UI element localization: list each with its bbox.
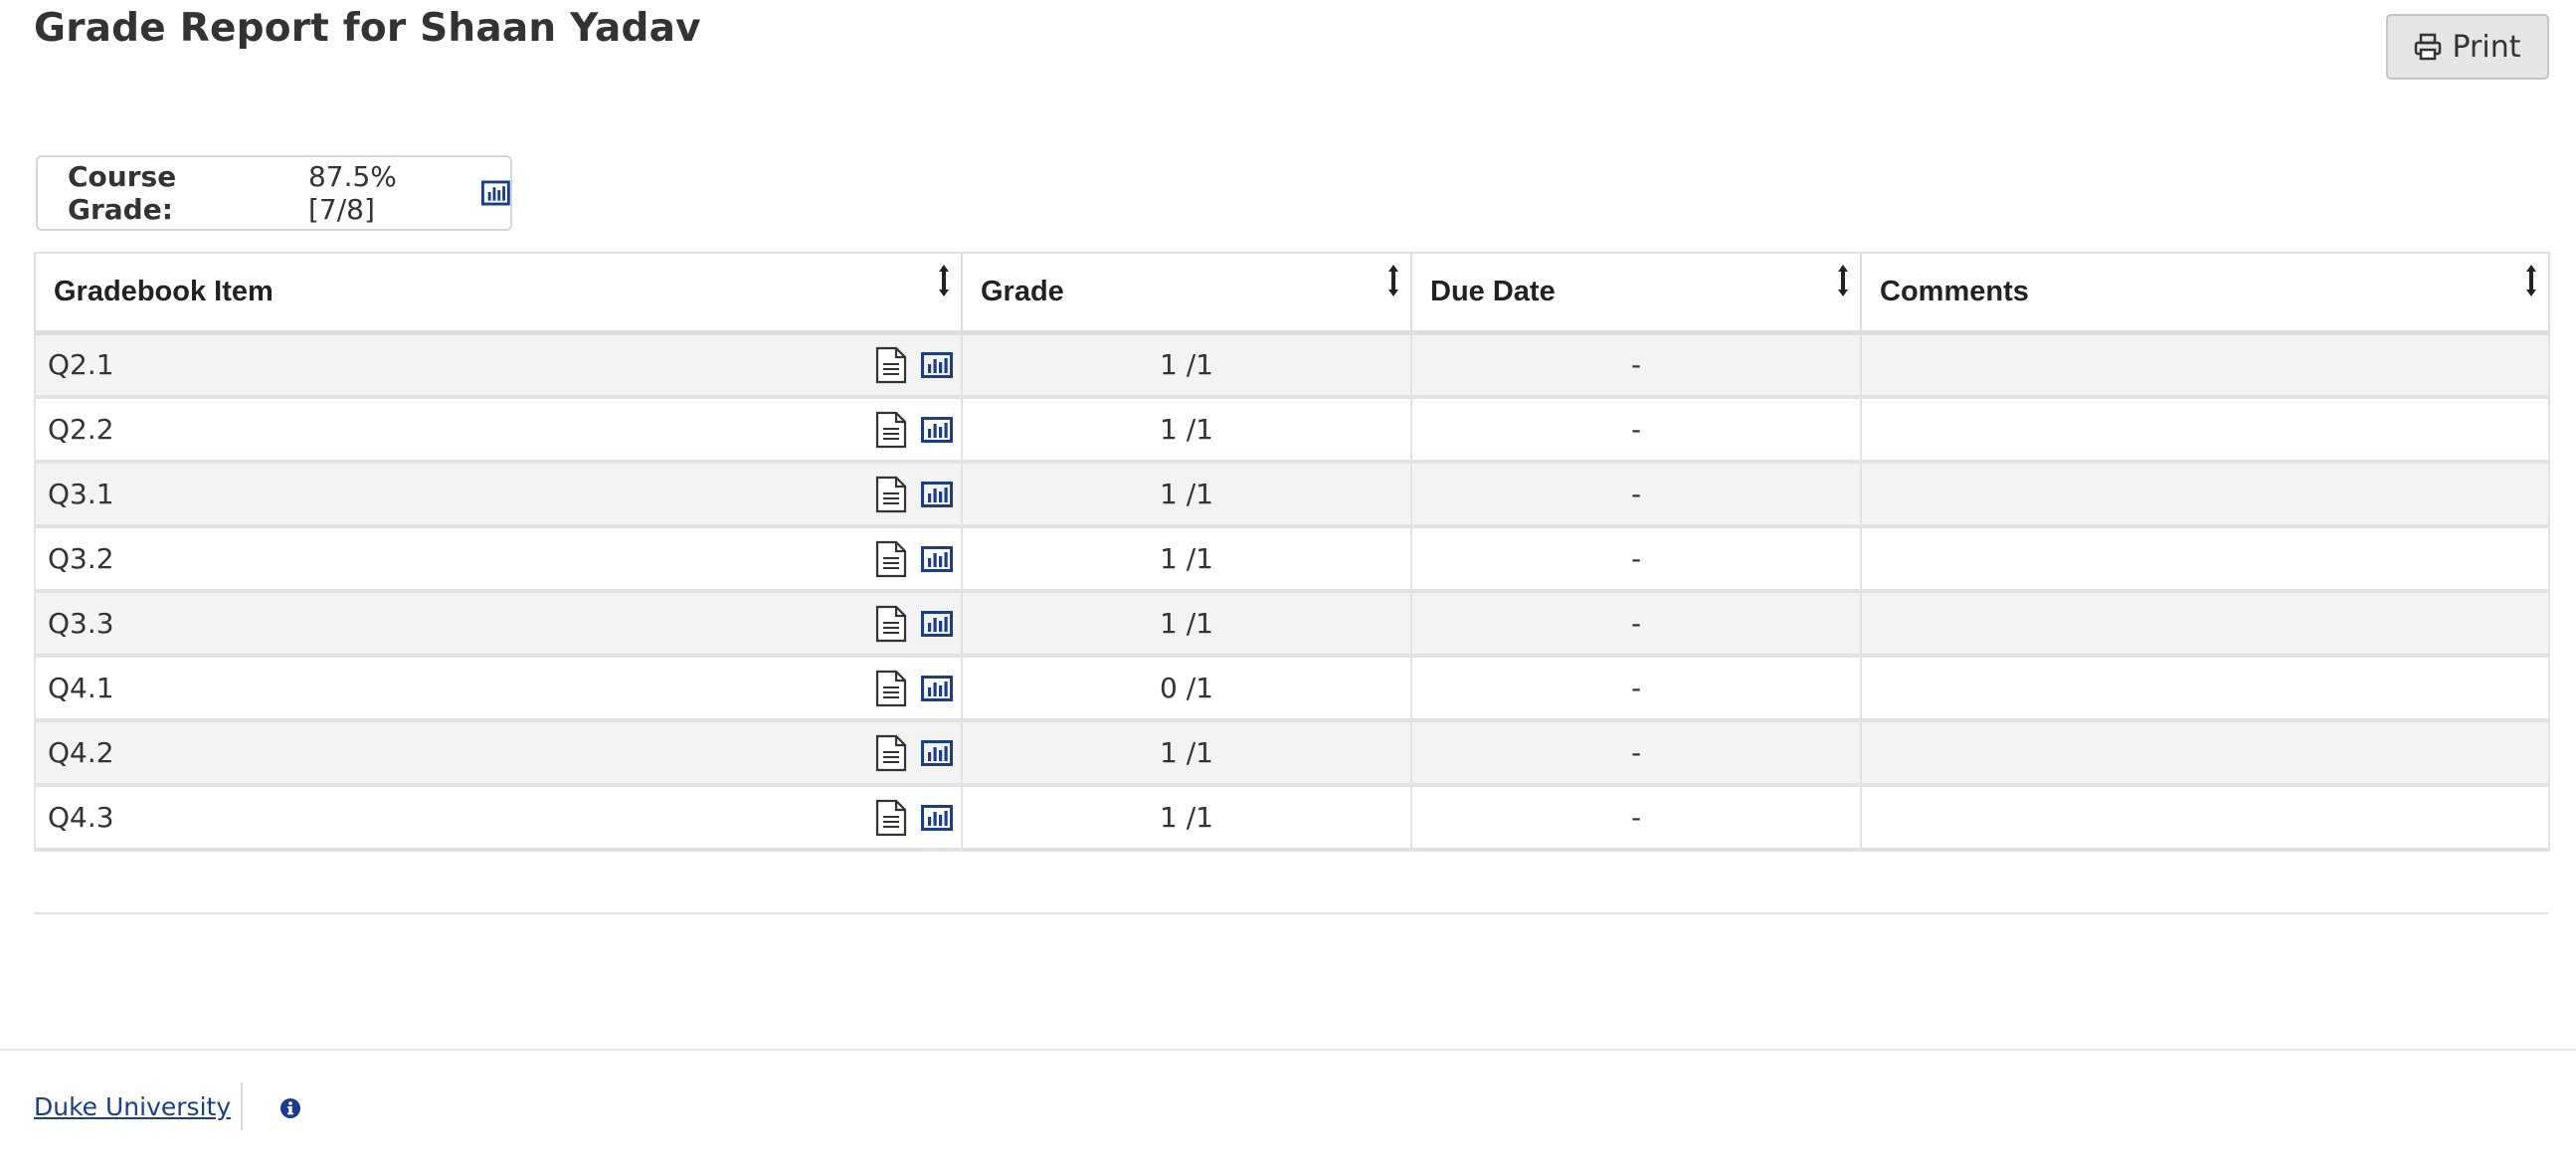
bar-chart-icon[interactable] — [921, 545, 953, 572]
table-row: Q2.2 1 /1- — [34, 396, 2550, 464]
course-grade-summary: Course Grade: 87.5% [7/8] — [36, 155, 512, 231]
grade-cell: 1 /1 — [961, 784, 1412, 852]
document-icon[interactable] — [875, 670, 907, 707]
due-date-cell: - — [1410, 719, 1862, 787]
due-date-cell: - — [1410, 655, 1862, 722]
gradebook-item-cell: Q3.2 — [34, 525, 963, 593]
footer: Duke University — [0, 1049, 2576, 1172]
gradebook-item-cell: Q2.2 — [34, 396, 963, 464]
grade-cell: 1 /1 — [961, 461, 1412, 528]
comments-cell — [1860, 784, 2550, 852]
due-date-cell: - — [1410, 525, 1862, 593]
course-grade-value: 87.5% [7/8] — [307, 160, 397, 226]
bar-chart-icon[interactable] — [921, 804, 953, 831]
gradebook-item-name: Q2.1 — [48, 348, 114, 382]
bar-chart-icon[interactable] — [921, 739, 953, 766]
document-icon[interactable] — [875, 476, 907, 513]
bar-chart-icon[interactable] — [921, 610, 953, 637]
printer-icon — [2415, 33, 2442, 61]
document-icon[interactable] — [875, 605, 907, 643]
row-actions — [875, 540, 953, 578]
comments-cell — [1860, 655, 2550, 722]
column-header-gradebook-item[interactable]: Gradebook Item — [34, 252, 963, 335]
content-divider — [34, 912, 2548, 914]
due-date-cell: - — [1410, 331, 1862, 399]
table-row: Q3.1 1 /1- — [34, 461, 2550, 528]
sort-icon[interactable] — [937, 264, 951, 297]
due-date-cell: - — [1410, 461, 1862, 528]
page-title: Grade Report for Shaan Yadav — [34, 6, 701, 51]
comments-cell — [1860, 719, 2550, 787]
gradebook-item-name: Q3.1 — [48, 478, 114, 510]
gradebook-item-name: Q4.1 — [48, 672, 114, 704]
due-date-cell: - — [1410, 590, 1862, 658]
row-actions — [875, 476, 953, 513]
document-icon[interactable] — [875, 411, 907, 449]
gradebook-item-cell: Q3.1 — [34, 461, 963, 528]
duke-university-link[interactable]: Duke University — [34, 1092, 231, 1121]
table-row: Q2.1 1 /1- — [34, 331, 2550, 399]
bar-chart-icon[interactable] — [921, 416, 953, 443]
comments-cell — [1860, 461, 2550, 528]
column-header-label: Comments — [1880, 275, 2029, 307]
document-icon[interactable] — [875, 799, 907, 837]
column-header-label: Due Date — [1430, 275, 1556, 307]
grade-cell: 0 /1 — [961, 655, 1412, 722]
gradebook-item-cell: Q4.3 — [34, 784, 963, 852]
course-grade-label: Course Grade: — [68, 160, 177, 226]
due-date-cell: - — [1410, 784, 1862, 852]
row-actions — [875, 799, 953, 837]
column-header-due-date[interactable]: Due Date — [1410, 252, 1862, 335]
comments-cell — [1860, 396, 2550, 464]
column-header-comments[interactable]: Comments — [1860, 252, 2550, 335]
gradebook-item-cell: Q2.1 — [34, 331, 963, 399]
print-button-label: Print — [2452, 29, 2521, 65]
gradebook-item-cell: Q4.1 — [34, 655, 963, 722]
gradebook-item-name: Q4.2 — [48, 736, 114, 769]
row-actions — [875, 346, 953, 384]
gradebook-item-name: Q3.3 — [48, 607, 114, 640]
table-row: Q3.3 1 /1- — [34, 590, 2550, 658]
gradebook-item-cell: Q3.3 — [34, 590, 963, 658]
grade-cell: 1 /1 — [961, 331, 1412, 399]
bar-chart-icon[interactable] — [921, 351, 953, 378]
gradebook-item-name: Q3.2 — [48, 542, 114, 575]
comments-cell — [1860, 590, 2550, 658]
document-icon[interactable] — [875, 540, 907, 578]
table-row: Q4.3 1 /1- — [34, 784, 2550, 852]
comments-cell — [1860, 331, 2550, 399]
info-icon[interactable] — [279, 1097, 301, 1119]
row-actions — [875, 734, 953, 772]
sort-icon[interactable] — [1836, 264, 1850, 297]
comments-cell — [1860, 525, 2550, 593]
sort-icon[interactable] — [1386, 264, 1400, 297]
grade-cell: 1 /1 — [961, 525, 1412, 593]
bar-chart-icon[interactable] — [921, 675, 953, 701]
table-header-row: Gradebook Item Grade Due Date Comments — [34, 252, 2550, 335]
column-header-label: Gradebook Item — [54, 275, 274, 307]
due-date-cell: - — [1410, 396, 1862, 464]
bar-chart-icon[interactable] — [921, 481, 953, 507]
print-button[interactable]: Print — [2386, 14, 2549, 80]
footer-separator — [241, 1082, 243, 1130]
table-row: Q4.1 0 /1- — [34, 655, 2550, 722]
gradebook-item-cell: Q4.2 — [34, 719, 963, 787]
table-row: Q3.2 1 /1- — [34, 525, 2550, 593]
row-actions — [875, 670, 953, 707]
gradebook-table: Gradebook Item Grade Due Date Comments Q… — [34, 252, 2550, 852]
sort-icon[interactable] — [2524, 264, 2538, 297]
grade-cell: 1 /1 — [961, 396, 1412, 464]
row-actions — [875, 605, 953, 643]
bar-chart-icon[interactable] — [481, 180, 510, 206]
gradebook-item-name: Q2.2 — [48, 413, 114, 446]
document-icon[interactable] — [875, 346, 907, 384]
document-icon[interactable] — [875, 734, 907, 772]
gradebook-item-name: Q4.3 — [48, 801, 114, 834]
grade-cell: 1 /1 — [961, 590, 1412, 658]
row-actions — [875, 411, 953, 449]
grade-cell: 1 /1 — [961, 719, 1412, 787]
column-header-label: Grade — [981, 275, 1064, 307]
table-row: Q4.2 1 /1- — [34, 719, 2550, 787]
column-header-grade[interactable]: Grade — [961, 252, 1412, 335]
